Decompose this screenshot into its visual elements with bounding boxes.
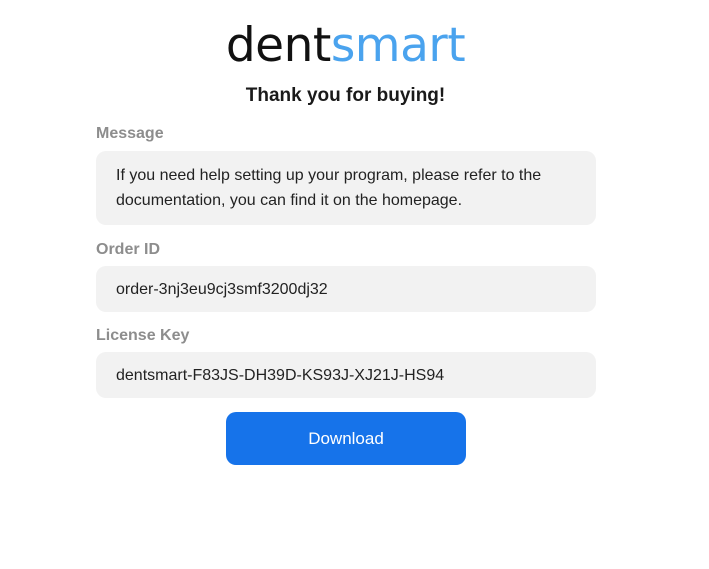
message-text: If you need help setting up your program… — [116, 167, 542, 209]
dentsmart-logo: dentsmart — [0, 16, 691, 76]
page-title: Thank you for buying! — [245, 85, 446, 106]
logo-text-smart: smart — [330, 18, 466, 73]
purchase-confirmation-page: dentsmart Thank you for buying! Message … — [0, 0, 709, 569]
logo-text-dent: dent — [225, 18, 331, 73]
download-button[interactable]: Download — [226, 412, 466, 465]
message-label: Message — [96, 125, 164, 142]
license-key-label: License Key — [96, 327, 190, 344]
order-id-label: Order ID — [96, 241, 161, 258]
license-key-value[interactable]: dentsmart-F83JS-DH39D-KS93J-XJ21J-HS94 — [116, 363, 444, 388]
order-id-field[interactable]: order-3nj3eu9cj3smf3200dj32 — [96, 266, 596, 312]
license-key-field[interactable]: dentsmart-F83JS-DH39D-KS93J-XJ21J-HS94 — [96, 352, 596, 398]
message-box: If you need help setting up your program… — [96, 151, 596, 225]
order-id-value[interactable]: order-3nj3eu9cj3smf3200dj32 — [116, 277, 328, 302]
